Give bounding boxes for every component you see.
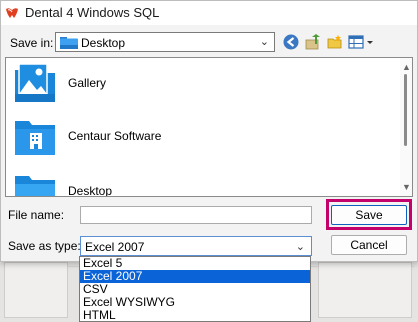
back-arrow-icon [283,34,299,50]
save-as-type-dropdown[interactable]: Excel 2007 ⌄ [80,236,312,256]
file-name-label: File name: [8,208,65,222]
save-in-dropdown[interactable]: Desktop ⌄ [55,32,275,52]
save-as-type-value: Excel 2007 [85,240,145,254]
save-in-value: Desktop [81,36,126,50]
dropdown-option-excel-2007[interactable]: Excel 2007 [80,270,310,283]
desktop-folder-small-icon [60,37,78,49]
dental-app-icon [6,8,18,18]
scroll-up-icon[interactable]: ▲ [402,62,411,72]
file-list[interactable]: Gallery Centaur Software Desktop ▲ ▼ [5,57,413,197]
background-panel-right [318,262,412,318]
scroll-down-icon[interactable]: ▼ [402,182,411,192]
save-in-label: Save in: [10,36,54,50]
vertical-scrollbar[interactable]: ▲ ▼ [400,58,412,196]
back-button[interactable] [281,32,301,52]
up-folder-button[interactable] [303,32,323,52]
gallery-folder-icon [15,64,55,102]
new-folder-button[interactable] [325,32,345,52]
file-item-label: Desktop [68,184,113,197]
background-panel-left [4,262,68,318]
title-bar: Dental 4 Windows SQL [1,1,417,25]
new-folder-icon [327,35,342,49]
file-item-centaur-software[interactable]: Centaur Software [10,115,310,159]
file-item-label: Gallery [68,76,107,90]
save-dialog: Dental 4 Windows SQL Save in: Desktop ⌄ [0,0,418,262]
building-folder-icon [15,121,55,155]
save-as-type-options-list[interactable]: Excel 5 Excel 2007 CSV Excel WYSIWYG HTM… [79,256,311,322]
scrollbar-thumb[interactable] [404,74,407,146]
file-item-label: Centaur Software [68,129,162,143]
file-name-input[interactable] [80,206,312,224]
chevron-down-icon: ⌄ [295,241,305,253]
window-title: Dental 4 Windows SQL [25,5,160,20]
cancel-button[interactable]: Cancel [331,235,407,255]
chevron-down-icon: ⌄ [259,36,269,48]
view-menu-icon [348,35,373,49]
up-folder-icon [305,34,320,50]
file-item-desktop[interactable]: Desktop [10,170,310,197]
dropdown-option-html[interactable]: HTML [80,309,310,322]
save-button[interactable]: Save [331,205,407,225]
file-item-gallery[interactable]: Gallery [10,62,310,106]
view-menu-button[interactable] [347,32,375,52]
desktop-folder-icon [15,176,55,196]
save-as-type-label: Save as type: [8,239,81,253]
